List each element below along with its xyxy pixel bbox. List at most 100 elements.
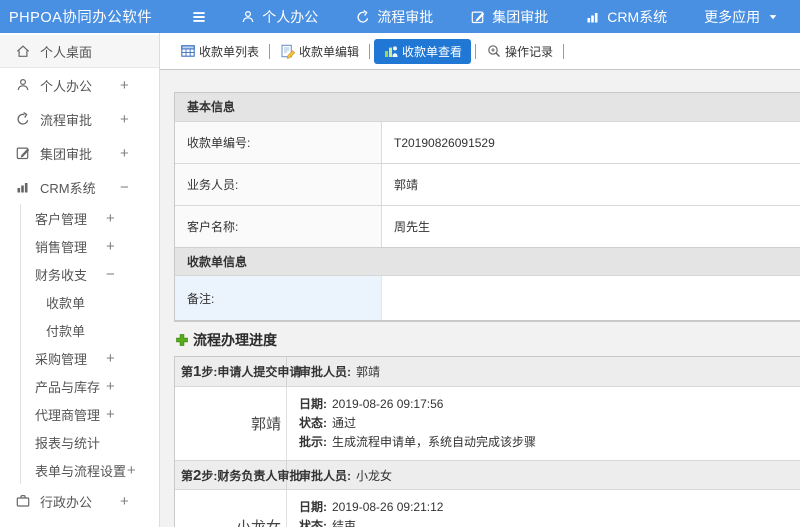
approver-label: 审批人员: (299, 468, 351, 483)
expand-toggle-icon[interactable]: − (106, 266, 115, 283)
table-icon (180, 43, 196, 59)
field-label: 收款单编号: (175, 122, 382, 163)
sidebar-item[interactable]: 付款单 (20, 316, 159, 344)
sidebar-item-label: 代理商管理 (35, 407, 101, 423)
chart-icon (585, 9, 601, 25)
section-header-basic-info: 基本信息 (175, 93, 800, 121)
expand-toggle-icon[interactable]: − (120, 179, 129, 196)
sidebar-item[interactable]: 财务收支 − (20, 260, 159, 288)
sidebar-item[interactable]: CRM系统 − (0, 170, 159, 204)
tab[interactable]: 收款单查看 (374, 38, 472, 64)
status-line: 状态: 结束 (299, 519, 357, 527)
status-line: 状态: 通过 (299, 416, 357, 430)
person-icon (240, 9, 256, 25)
expand-toggle-icon[interactable]: + (120, 493, 129, 510)
sidebar-item[interactable]: 个人办公 + (0, 68, 159, 102)
tab[interactable]: 收款单编辑 (274, 39, 365, 64)
sidebar: 个人桌面 个人办公 + 流程审批 + 集团审批 + CRM系统 − 客户管理 +… (0, 33, 160, 527)
plus-icon (174, 332, 190, 348)
sidebar-item-label: 财务收支 (35, 267, 88, 283)
sidebar-item[interactable]: 个人桌面 (0, 35, 159, 68)
expand-toggle-icon[interactable]: + (106, 406, 115, 423)
top-nav-label: 个人办公 (262, 8, 319, 25)
app-window: PHPOA协同办公软件 个人办公 流程审批 集团审批 CRM系统 更多应用 个人… (0, 0, 800, 527)
edit-icon (470, 9, 486, 25)
sidebar-item[interactable]: 人力资源 + (0, 518, 159, 527)
app-title: PHPOA协同办公软件 (9, 10, 153, 26)
step-label: 第 2 步:财务负责人审批 (175, 461, 301, 489)
step-header-row: 第 1 步:申请人提交申请 审批人员: 郭靖 (175, 357, 800, 386)
sidebar-item[interactable]: 表单与流程设置 + (20, 456, 159, 484)
sidebar-item-label: 采购管理 (35, 351, 88, 367)
sidebar-item[interactable]: 集团审批 + (0, 136, 159, 170)
sidebar-item-label: 行政办公 (40, 494, 93, 510)
progress-section-title: 流程办理进度 (174, 330, 800, 350)
sidebar-item-label: CRM系统 (40, 180, 96, 196)
briefcase-icon (15, 493, 31, 509)
approver-name: 小龙女 (175, 490, 287, 527)
sidebar-item-label: 收款单 (46, 295, 86, 311)
edit-icon (15, 145, 31, 161)
top-nav-label: 流程审批 (377, 8, 434, 25)
section-header-receipt-info: 收款单信息 (175, 247, 800, 275)
tab-label: 收款单查看 (402, 44, 463, 59)
step-detail-cell: 日期:2019-08-26 09:21:12 状态:结束 批示:通过 (287, 490, 800, 527)
approver-value: 郭靖 (356, 365, 381, 379)
top-nav: 个人办公 流程审批 集团审批 CRM系统 更多应用 (240, 7, 800, 27)
sidebar-item[interactable]: 采购管理 + (20, 344, 159, 372)
sidebar-item-label: 个人桌面 (40, 44, 93, 60)
expand-toggle-icon[interactable]: + (120, 111, 129, 128)
sidebar-item[interactable]: 产品与库存 + (20, 372, 159, 400)
sidebar-item-label: 集团审批 (40, 146, 93, 162)
tab-separator (475, 43, 477, 59)
sidebar-item[interactable]: 流程审批 + (0, 102, 159, 136)
edit-doc-icon (280, 43, 296, 59)
progress-title-label: 流程办理进度 (193, 332, 277, 348)
expand-toggle-icon[interactable]: + (106, 210, 115, 227)
sidebar-item[interactable]: 销售管理 + (20, 232, 159, 260)
field-label: 业务人员: (175, 164, 382, 205)
zoom-plus-icon (486, 43, 502, 59)
tab[interactable]: 收款单列表 (174, 39, 265, 64)
expand-toggle-icon[interactable]: + (120, 77, 129, 94)
tab-label: 操作记录 (505, 44, 554, 59)
tab-separator (563, 43, 565, 59)
caret-down-icon (767, 11, 779, 23)
top-nav-item[interactable]: 集团审批 (470, 7, 548, 27)
sidebar-item[interactable]: 收款单 (20, 288, 159, 316)
sidebar-item[interactable]: 行政办公 + (0, 484, 159, 518)
hamburger-menu-button[interactable] (190, 8, 208, 26)
tab-separator (369, 43, 371, 59)
top-nav-item[interactable]: 流程审批 (355, 7, 433, 27)
sidebar-item-label: 销售管理 (35, 239, 88, 255)
form-row-remark: 备注: (175, 275, 800, 321)
sidebar-item-label: 产品与库存 (35, 379, 101, 395)
sidebar-item[interactable]: 客户管理 + (20, 204, 159, 232)
content-area: 基本信息 收款单编号: T20190826091529 业务人员: 郭靖 客户名… (160, 70, 800, 527)
field-label-remark: 备注: (175, 276, 382, 320)
step-detail-row: 郭靖 日期: 2019-08-26 09:17:56 状态: 通过 批示: 生成流程申… (175, 386, 800, 460)
approver-label: 审批人员: (299, 365, 351, 379)
top-nav-item[interactable]: 更多应用 (704, 7, 779, 27)
form-row: 收款单编号: T20190826091529 (175, 121, 800, 163)
expand-toggle-icon[interactable]: + (106, 238, 115, 255)
tab[interactable]: 操作记录 (480, 39, 559, 64)
remark-line: 批示: 生成流程申请单，系统自动完成该步骤 (299, 435, 537, 449)
chart-icon (15, 179, 31, 195)
sidebar-item-label: 付款单 (46, 323, 86, 339)
tab-label: 收款单编辑 (299, 44, 360, 59)
menu-icon (190, 8, 208, 26)
expand-toggle-icon[interactable]: + (106, 378, 115, 395)
view-icon (383, 43, 399, 59)
step-detail-cell: 日期: 2019-08-26 09:17:56 状态: 通过 批示: 生成流程申请单，… (287, 387, 800, 460)
sidebar-item[interactable]: 报表与统计 (20, 428, 159, 456)
expand-toggle-icon[interactable]: + (106, 350, 115, 367)
step-approver-cell: 审批人员: 小龙女 (287, 461, 800, 489)
expand-toggle-icon[interactable]: + (127, 462, 136, 479)
sidebar-item[interactable]: 代理商管理 + (20, 400, 159, 428)
field-value-remark (382, 276, 800, 320)
top-nav-item[interactable]: CRM系统 (585, 7, 667, 27)
expand-toggle-icon[interactable]: + (120, 145, 129, 162)
top-nav-item[interactable]: 个人办公 (240, 7, 318, 27)
step-detail-row: 小龙女 日期:2019-08-26 09:21:12 状态:结束 批示:通过 (175, 489, 800, 527)
